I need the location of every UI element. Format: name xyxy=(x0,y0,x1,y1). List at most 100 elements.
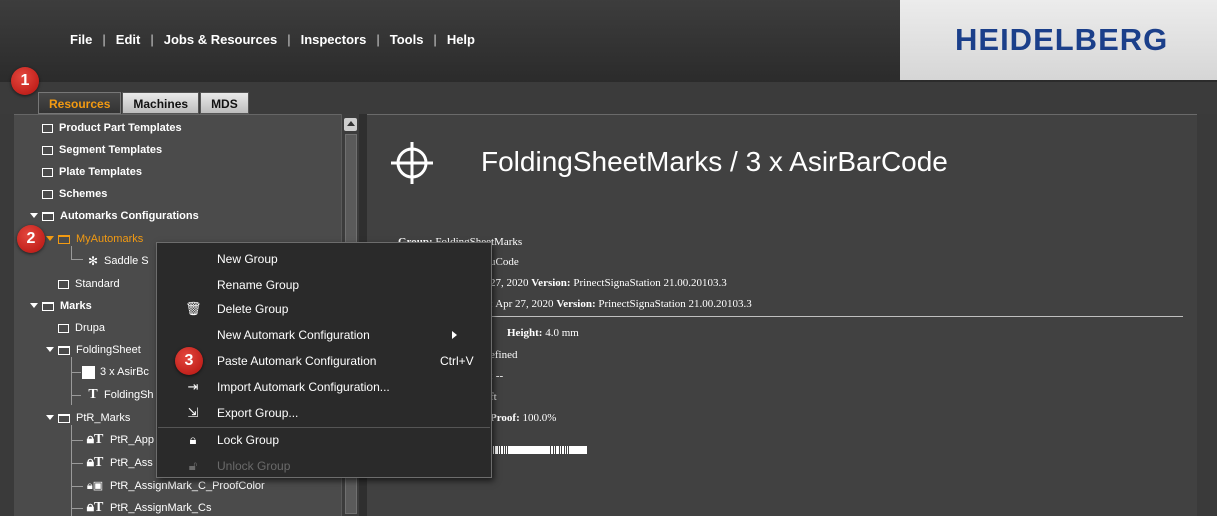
collapse-arrow-icon[interactable] xyxy=(30,301,38,311)
menu-item-label: Unlock Group xyxy=(217,459,291,473)
tree-node-label: PtR_AssignMark_C_ProofColor xyxy=(110,480,265,492)
menu-item-label: Delete Group xyxy=(217,302,289,316)
callout-badge-2: 2 xyxy=(17,225,45,253)
menu-jobs-resources[interactable]: Jobs & Resources xyxy=(164,32,277,47)
tab-machines[interactable]: Machines xyxy=(122,92,200,114)
tree-node-product-part-templates[interactable]: Product Part Templates xyxy=(30,118,405,247)
folder-icon xyxy=(42,123,53,133)
main-menu: File | Edit | Jobs & Resources | Inspect… xyxy=(70,32,475,47)
automark-config-icon: ✻ xyxy=(87,254,99,268)
menu-separator: | xyxy=(376,32,380,47)
menubar: File | Edit | Jobs & Resources | Inspect… xyxy=(0,0,1217,82)
menu-help[interactable]: Help xyxy=(447,32,475,47)
menu-item-lock-group[interactable]: 🔒︎ Lock Group xyxy=(157,429,491,451)
detail-modified-line: : Apr 27, 2020 Version: PrinectSignaStat… xyxy=(490,298,752,310)
detail-line-code: uCode xyxy=(490,256,519,268)
folder-icon xyxy=(58,279,69,289)
detail-defined-line: efined xyxy=(490,349,518,361)
tree-node-folding-sheet[interactable]: FoldingSheet xyxy=(46,340,141,360)
tree-connector xyxy=(71,440,83,441)
tree-node-plate-templates[interactable]: Plate Templates xyxy=(30,162,405,291)
menu-item-new-group[interactable]: New Group xyxy=(157,248,491,270)
collapse-arrow-icon[interactable] xyxy=(46,234,54,244)
menu-inspectors[interactable]: Inspectors xyxy=(301,32,367,47)
menu-file[interactable]: File xyxy=(70,32,92,47)
menu-tools[interactable]: Tools xyxy=(390,32,424,47)
open-folder-icon xyxy=(58,413,70,423)
proof-label: Proof: xyxy=(490,412,520,424)
scroll-up-button[interactable] xyxy=(344,118,357,131)
tree-node-asir-barcode[interactable]: 3 x AsirBc xyxy=(82,362,149,382)
menu-item-shortcut: Ctrl+V xyxy=(440,354,474,368)
tree-node-schemes[interactable]: Schemes xyxy=(30,184,405,313)
folder-icon xyxy=(42,145,53,155)
height-label: Height: xyxy=(507,327,543,339)
tree-node-folding-sh[interactable]: T FoldingSh xyxy=(86,385,153,405)
proof-value: 100.0% xyxy=(522,412,557,424)
menu-item-rename-group[interactable]: Rename Group xyxy=(157,274,491,296)
menu-item-import-automark-configuration[interactable]: ⇥ Import Automark Configuration... xyxy=(157,376,491,398)
menu-item-label: Import Automark Configuration... xyxy=(217,380,390,394)
menu-item-label: Lock Group xyxy=(217,433,280,447)
open-folder-icon xyxy=(58,345,70,355)
detail-created-line: 27, 2020 Version: PrinectSignaStation 21… xyxy=(490,277,727,289)
menu-item-export-group[interactable]: ⇲ Export Group... xyxy=(157,402,491,424)
modified-date: : Apr 27, 2020 xyxy=(490,298,554,310)
menu-item-new-automark-configuration[interactable]: New Automark Configuration xyxy=(157,324,491,346)
detail-pane-border xyxy=(1197,114,1217,516)
collapse-arrow-icon[interactable] xyxy=(46,413,54,423)
tree-node-label: 3 x AsirBc xyxy=(100,366,149,378)
heidelberg-logo: HEIDELBERG xyxy=(955,22,1169,57)
tree-node-label: Saddle S xyxy=(104,255,149,267)
tree-node-ptr-app[interactable]: 🔒︎T PtR_App xyxy=(84,430,154,450)
tree-node-label: Standard xyxy=(75,278,120,290)
lock-icon: 🔒︎ xyxy=(189,432,197,447)
tree-connector xyxy=(71,372,81,373)
tree-node-standard[interactable]: Standard xyxy=(46,274,421,403)
tree-node-saddle[interactable]: ✻ Saddle S xyxy=(86,251,149,271)
trash-icon: 🗑︎ xyxy=(185,301,202,316)
detail-proof-line: Proof: 100.0% xyxy=(490,412,556,424)
tree-connector xyxy=(71,395,81,396)
menu-separator: | xyxy=(102,32,106,47)
tree-node-marks[interactable]: Marks xyxy=(30,296,92,316)
barcode-preview xyxy=(490,446,588,454)
menu-edit[interactable]: Edit xyxy=(116,32,141,47)
tree-node-segment-templates[interactable]: Segment Templates xyxy=(30,140,405,269)
tree-node-ptr-cs[interactable]: 🔒︎T PtR_AssignMark_Cs xyxy=(84,498,212,516)
tree-node-label: Marks xyxy=(60,300,92,312)
detail-divider xyxy=(389,316,1183,317)
tree-node-label: Product Part Templates xyxy=(59,122,182,134)
menu-separator: | xyxy=(287,32,291,47)
folder-icon xyxy=(42,189,53,199)
menu-separator: | xyxy=(433,32,437,47)
tree-node-my-automarks[interactable]: MyAutomarks xyxy=(46,229,143,249)
menu-divider xyxy=(158,427,490,428)
tabs: Resources Machines MDS xyxy=(38,92,250,114)
collapse-arrow-icon[interactable] xyxy=(46,345,54,355)
menu-item-label: New Group xyxy=(217,252,278,266)
created-date: 27, 2020 xyxy=(490,277,529,289)
locked-text-mark-icon: 🔒︎T xyxy=(86,455,104,470)
menu-item-label: New Automark Configuration xyxy=(217,328,370,342)
detail-height-line: Height: 4.0 mm xyxy=(507,327,579,339)
open-folder-icon xyxy=(42,211,54,221)
tree-node-ptr-proofcolor[interactable]: 🔒︎▣ PtR_AssignMark_C_ProofColor xyxy=(84,476,265,496)
tree-node-drupa[interactable]: Drupa xyxy=(46,318,421,447)
tree-connector xyxy=(71,486,83,487)
tree-node-label: PtR_Ass xyxy=(110,457,153,469)
text-mark-icon: T xyxy=(88,387,98,402)
open-folder-icon xyxy=(58,234,70,244)
tab-mds[interactable]: MDS xyxy=(200,92,249,114)
menu-item-paste-automark-configuration[interactable]: Paste Automark Configuration Ctrl+V xyxy=(157,350,491,372)
tree-node-ptr-marks[interactable]: PtR_Marks xyxy=(46,408,130,428)
tree-node-label: FoldingSheet xyxy=(76,344,141,356)
mark-white-square-icon xyxy=(82,365,95,379)
collapse-arrow-icon[interactable] xyxy=(30,211,38,221)
menu-item-delete-group[interactable]: 🗑︎ Delete Group xyxy=(157,298,491,320)
folder-icon xyxy=(42,167,53,177)
tree-node-automarks-configurations[interactable]: Automarks Configurations xyxy=(30,206,199,226)
tab-resources[interactable]: Resources xyxy=(38,92,122,114)
tree-node-label: PtR_Marks xyxy=(76,412,131,424)
tree-node-ptr-ass[interactable]: 🔒︎T PtR_Ass xyxy=(84,453,153,473)
